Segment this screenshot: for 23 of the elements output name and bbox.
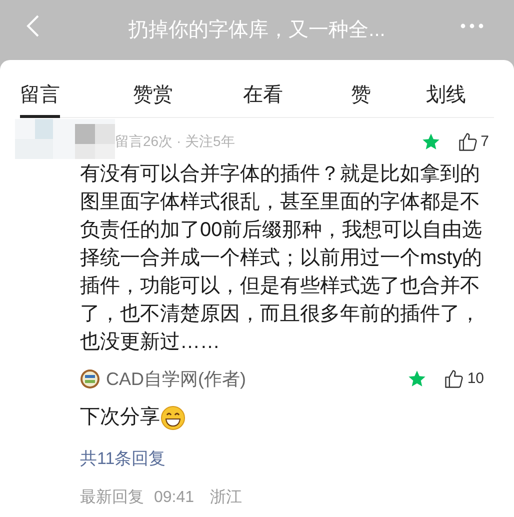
tab[interactable]: 在看 [243, 60, 283, 118]
latest-reply-location: 浙江 [210, 488, 242, 508]
tab[interactable]: 赞 [351, 60, 371, 118]
page-title: 扔掉你的字体库，又一种全... [128, 18, 386, 43]
comment-meta: 留言26次 · 关注5年 [115, 132, 235, 150]
reply-text: 下次分享 [80, 405, 160, 430]
latest-reply-time: 09:41 [154, 488, 194, 508]
tab[interactable]: 赞赏 [133, 60, 173, 118]
author-name: CAD自学网(作者) [106, 368, 246, 391]
star-icon[interactable] [407, 369, 428, 389]
logo-icon [80, 369, 100, 389]
back-icon[interactable] [26, 14, 40, 38]
star-icon[interactable] [420, 132, 441, 152]
like-count: 10 [467, 368, 484, 389]
grinning-face-icon [160, 404, 186, 430]
like-count: 7 [480, 132, 489, 152]
tab[interactable]: 划线 [426, 60, 466, 118]
thumbs-up-icon[interactable] [456, 131, 479, 153]
thumbs-up-icon[interactable] [443, 368, 466, 390]
more-icon[interactable] [460, 23, 484, 29]
reply-count-link[interactable]: 共11条回复 [80, 446, 166, 472]
latest-reply-label: 最新回复 [80, 488, 144, 508]
comment-text: 有没有可以合并字体的插件？就是比如拿到的图里面字体样式很乱，甚至里面的字体都是不负责任的加了00前后缀那种，我想可以自由选择统一合并成一个样式；以前用过一个msty的插件，功能可以，但是有些样式选了也合并不了，也不清楚原因，而且很多年前的插件了，也没更新过…… [80, 162, 484, 355]
